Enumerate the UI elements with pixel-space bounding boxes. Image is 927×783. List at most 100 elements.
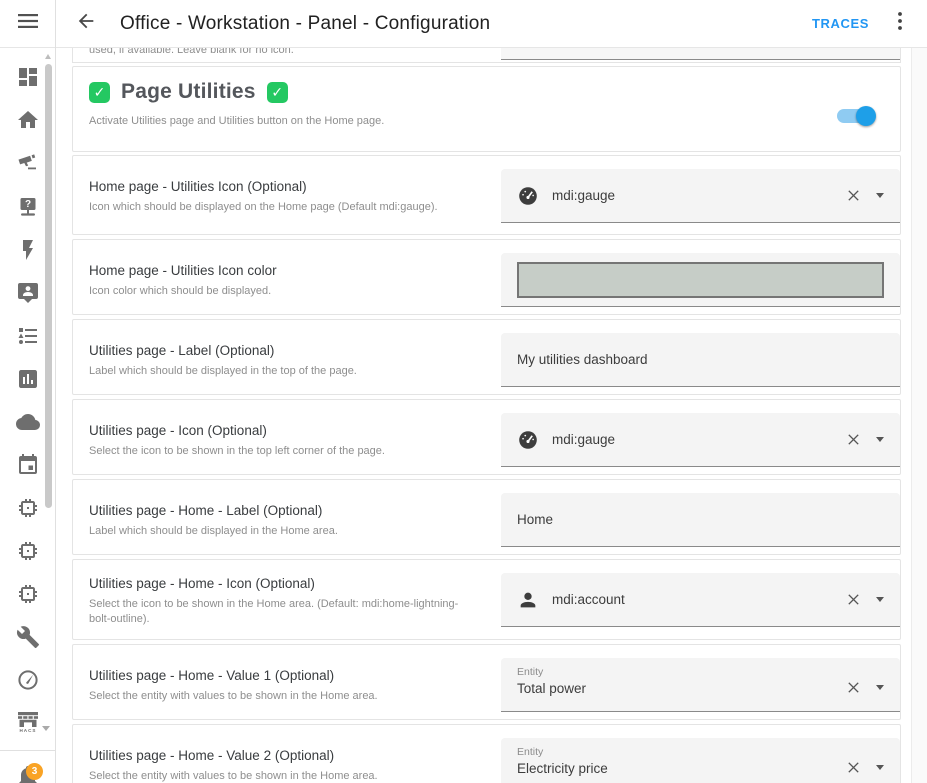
config-row-clipped: used, if available. Leave blank for no i… — [72, 48, 901, 63]
content-scroll-gutter[interactable] — [911, 48, 927, 783]
sidebar: ? HACS 3 — [0, 0, 56, 783]
sidebar-item-cloud[interactable] — [16, 410, 40, 434]
config-row-home-icon: Utilities page - Home - Icon (Optional) … — [72, 559, 901, 640]
sidebar-item-todo-lists[interactable] — [16, 324, 40, 348]
gauge-icon — [517, 429, 539, 451]
dropdown-caret-icon[interactable] — [876, 685, 884, 690]
sidebar-item-developer-tools[interactable] — [16, 625, 40, 649]
field-value: mdi:account — [552, 592, 845, 607]
message-account-icon — [16, 281, 40, 305]
sidebar-item-energy[interactable] — [16, 238, 40, 262]
icon-picker-field[interactable]: mdi:gauge — [501, 169, 900, 223]
field-value: Total power — [517, 681, 845, 696]
svg-text:?: ? — [25, 199, 31, 210]
row-title: Utilities page - Home - Value 2 (Optiona… — [89, 747, 479, 764]
gauge-icon — [517, 185, 539, 207]
sidebar-item-dashboard[interactable] — [16, 65, 40, 89]
field-value: My utilities dashboard — [517, 352, 884, 367]
config-row-home-value-1: Utilities page - Home - Value 1 (Optiona… — [72, 644, 901, 720]
color-swatch[interactable] — [517, 262, 884, 298]
sidebar-item-speedtest[interactable] — [16, 668, 40, 692]
entity-picker-field[interactable]: Entity Total power — [501, 658, 900, 712]
menu-button[interactable] — [0, 0, 55, 48]
row-description: Label which should be displayed in the t… — [89, 364, 479, 379]
page-title: Office - Workstation - Panel - Configura… — [120, 13, 490, 35]
wrench-icon — [16, 625, 40, 649]
sidebar-scrollbar[interactable] — [45, 64, 52, 508]
row-description: Select the icon to be shown in the Home … — [89, 597, 479, 627]
home-icon — [16, 108, 40, 132]
account-icon — [517, 589, 539, 611]
row-description: Icon which should be displayed on the Ho… — [89, 200, 479, 215]
entity-floating-label: Entity — [517, 666, 884, 678]
page-utilities-toggle[interactable] — [837, 109, 873, 123]
config-row-utilities-label: Utilities page - Label (Optional) Label … — [72, 319, 901, 395]
config-row-utilities-page-icon: Utilities page - Icon (Optional) Select … — [72, 399, 901, 475]
format-list-bulleted-type-icon — [16, 324, 40, 348]
row-title: Utilities page - Icon (Optional) — [89, 422, 479, 439]
cctv-icon — [16, 151, 40, 175]
sidebar-item-calendar[interactable] — [16, 453, 40, 477]
sidebar-item-esphome-3[interactable] — [16, 582, 40, 606]
clear-icon[interactable] — [845, 592, 861, 608]
menu-icon — [18, 14, 38, 33]
row-title: Home page - Utilities Icon color — [89, 262, 479, 279]
hacs-store-icon — [17, 712, 39, 727]
icon-picker-field[interactable]: mdi:account — [501, 573, 900, 627]
sidebar-item-esphome-2[interactable] — [16, 539, 40, 563]
entity-picker-field[interactable]: Entity Electricity price — [501, 738, 900, 783]
sidebar-item-cameras[interactable] — [16, 151, 40, 175]
field-value: Electricity price — [517, 761, 845, 776]
calendar-icon — [16, 453, 40, 477]
clear-icon[interactable] — [845, 188, 861, 204]
config-row-home-utilities-icon: Home page - Utilities Icon (Optional) Ic… — [72, 155, 901, 235]
text-input-field[interactable]: My utilities dashboard — [501, 333, 900, 387]
row-title: Utilities page - Home - Label (Optional) — [89, 502, 479, 519]
dropdown-caret-icon[interactable] — [876, 193, 884, 198]
header: Office - Workstation - Panel - Configura… — [56, 0, 927, 48]
notification-count-badge: 3 — [26, 763, 43, 780]
clear-icon[interactable] — [845, 679, 861, 695]
dropdown-caret-icon[interactable] — [876, 765, 884, 770]
row-title: Utilities page - Label (Optional) — [89, 342, 479, 359]
row-description: Select the icon to be shown in the top l… — [89, 444, 479, 459]
memory-chip-icon — [16, 496, 40, 520]
check-mark-emoji-icon: ✓ — [89, 82, 110, 103]
section-page-utilities: ✓ Page Utilities ✓ Activate Utilities pa… — [72, 66, 901, 152]
sidebar-item-home[interactable] — [16, 108, 40, 132]
memory-chip-icon — [16, 582, 40, 606]
clear-icon[interactable] — [845, 759, 861, 775]
sidebar-item-persons[interactable] — [16, 281, 40, 305]
color-picker-field[interactable] — [501, 253, 900, 307]
sidebar-divider — [0, 750, 55, 751]
overflow-menu-button[interactable] — [887, 11, 913, 37]
sidebar-item-statistics[interactable] — [16, 367, 40, 391]
dropdown-caret-icon[interactable] — [876, 597, 884, 602]
row-description: used, if available. Leave blank for no i… — [89, 48, 294, 56]
icon-picker-field[interactable]: mdi:gauge — [501, 413, 900, 467]
toggle-thumb — [856, 106, 876, 126]
entity-floating-label: Entity — [517, 746, 884, 758]
hacs-collapse-caret-icon[interactable] — [42, 726, 50, 731]
row-description: Label which should be displayed in the H… — [89, 524, 479, 539]
arrow-left-icon — [75, 10, 97, 37]
field-value: mdi:gauge — [552, 188, 845, 203]
field-value: mdi:gauge — [552, 432, 845, 447]
back-button[interactable] — [74, 12, 98, 36]
sidebar-item-hacs[interactable]: HACS — [16, 710, 40, 734]
dropdown-caret-icon[interactable] — [876, 437, 884, 442]
row-title: Utilities page - Home - Icon (Optional) — [89, 575, 479, 592]
text-input-field[interactable]: Home — [501, 493, 900, 547]
cloud-icon — [16, 410, 40, 434]
sidebar-item-esphome-1[interactable] — [16, 496, 40, 520]
chart-box-icon — [16, 367, 40, 391]
traces-button[interactable]: TRACES — [802, 8, 879, 39]
speedometer-icon — [16, 668, 40, 692]
row-description: Icon color which should be displayed. — [89, 284, 479, 299]
main-area: Office - Workstation - Panel - Configura… — [56, 0, 927, 783]
sidebar-scroll-up-arrow[interactable] — [45, 54, 51, 59]
section-description: Activate Utilities page and Utilities bu… — [73, 104, 900, 127]
clear-icon[interactable] — [845, 432, 861, 448]
sidebar-item-network-help[interactable]: ? — [16, 195, 40, 219]
clipped-input-field[interactable] — [501, 48, 900, 60]
